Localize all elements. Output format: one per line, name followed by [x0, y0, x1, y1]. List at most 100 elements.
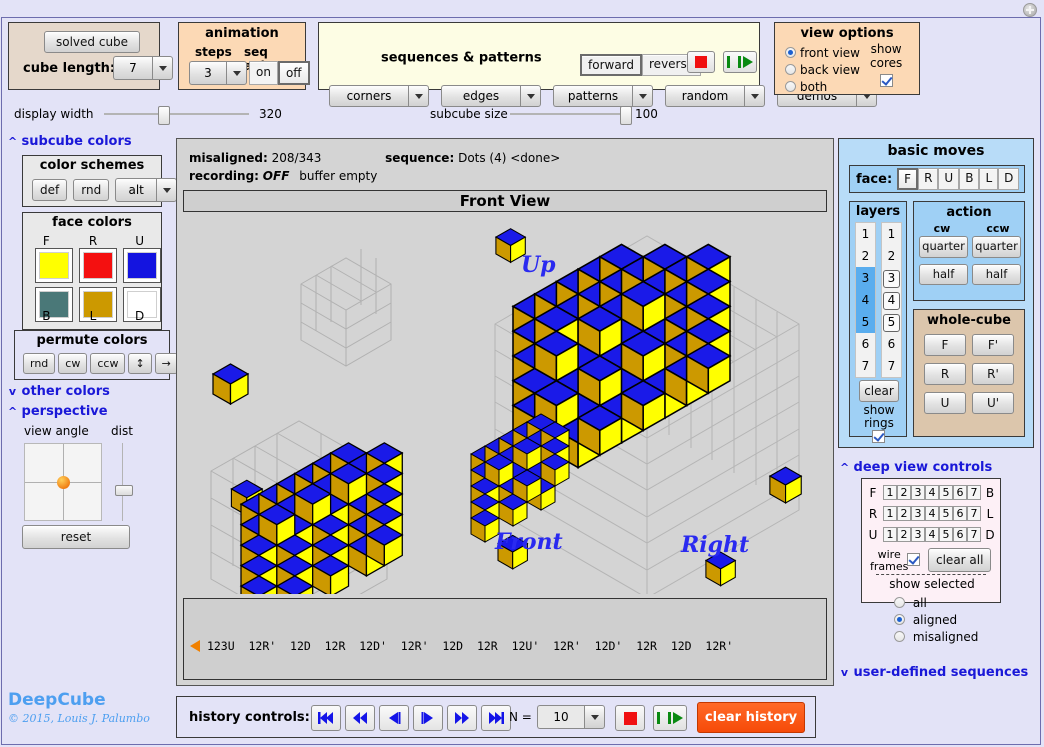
edges-select[interactable]: edges	[441, 85, 541, 107]
corners-label[interactable]: corners	[329, 85, 408, 107]
skip-back-icon[interactable]	[311, 705, 341, 731]
action-half-cw-button[interactable]: half	[919, 263, 968, 285]
face-color-u[interactable]	[123, 248, 161, 283]
patterns-label[interactable]: patterns	[553, 85, 632, 107]
deep-u-1[interactable]: 1	[883, 527, 897, 542]
deep-f-7[interactable]: 7	[967, 485, 981, 500]
layers-clear-button[interactable]: clear	[859, 380, 899, 402]
deep-r-4[interactable]: 4	[925, 506, 939, 521]
whole-cube-r-prime-button[interactable]: R'	[972, 363, 1014, 385]
action-quarter-cw-button[interactable]: quarter	[919, 236, 968, 258]
cube-length-select[interactable]: 7	[113, 56, 173, 80]
step-back-icon[interactable]	[379, 705, 409, 731]
rewind-icon[interactable]	[345, 705, 375, 731]
permute-swap-vertical-icon[interactable]: ↕	[128, 353, 152, 374]
radio-icon[interactable]	[894, 614, 905, 625]
layer-a-3[interactable]: 3	[856, 267, 875, 289]
radio-show-misaligned[interactable]: misaligned	[894, 630, 978, 644]
history-stop-button[interactable]	[615, 705, 645, 731]
deep-r-6[interactable]: 6	[953, 506, 967, 521]
permute-ccw-button[interactable]: ccw	[90, 353, 126, 374]
radio-show-all[interactable]: all	[894, 596, 927, 610]
history-play-button[interactable]	[653, 705, 687, 731]
face-button-d[interactable]: D	[998, 168, 1020, 190]
whole-cube-u-prime-button[interactable]: U'	[972, 392, 1014, 414]
face-button-r[interactable]: R	[918, 168, 939, 190]
animation-steps-select[interactable]: 3	[189, 61, 247, 85]
layer-a-1[interactable]: 1	[856, 223, 875, 245]
deep-f-3[interactable]: 3	[911, 485, 925, 500]
layer-a-2[interactable]: 2	[856, 245, 875, 267]
seq-anim-toggle[interactable]: on off	[249, 61, 310, 85]
show-cores-checkbox[interactable]	[879, 73, 893, 87]
radio-icon[interactable]	[894, 631, 905, 642]
deep-f-2[interactable]: 2	[897, 485, 911, 500]
chevron-down-icon[interactable]	[152, 56, 173, 80]
random-select[interactable]: random	[665, 85, 765, 107]
chevron-down-icon[interactable]	[156, 178, 178, 202]
whole-cube-f-button[interactable]: F	[924, 334, 966, 356]
face-button-l[interactable]: L	[979, 168, 999, 190]
patterns-select[interactable]: patterns	[553, 85, 653, 107]
permute-cw-button[interactable]: cw	[58, 353, 88, 374]
random-label[interactable]: random	[665, 85, 744, 107]
section-perspective[interactable]: ^ perspective	[8, 404, 108, 419]
radio-icon[interactable]	[785, 64, 796, 75]
dist-slider[interactable]	[115, 443, 133, 521]
solved-cube-button[interactable]: solved cube	[44, 31, 141, 53]
layer-b-4[interactable]: 4	[882, 289, 901, 311]
radio-icon[interactable]	[785, 81, 796, 92]
layer-b-3[interactable]: 3	[882, 267, 901, 289]
face-button-u[interactable]: U	[938, 168, 960, 190]
deep-f-4[interactable]: 4	[925, 485, 939, 500]
deep-clear-all-button[interactable]: clear all	[928, 548, 992, 572]
deep-r-1[interactable]: 1	[883, 506, 897, 521]
display-width-slider[interactable]	[158, 106, 170, 125]
layers-column-left[interactable]: 1 2 3 4 5 6 7	[855, 222, 876, 378]
deep-f-1[interactable]: 1	[883, 485, 897, 500]
dist-slider-handle[interactable]	[115, 485, 133, 496]
deep-u-2[interactable]: 2	[897, 527, 911, 542]
chevron-down-icon[interactable]	[408, 85, 429, 107]
scheme-alt-select[interactable]: alt	[115, 178, 178, 202]
face-color-r[interactable]	[79, 248, 117, 283]
chevron-down-icon[interactable]	[520, 85, 541, 107]
edges-label[interactable]: edges	[441, 85, 520, 107]
deep-numbers-u[interactable]: 1 2 3 4 5 6 7	[883, 527, 981, 542]
close-icon[interactable]	[1023, 3, 1037, 17]
corners-select[interactable]: corners	[329, 85, 429, 107]
subcube-size-slider[interactable]	[620, 106, 632, 125]
section-other-colors[interactable]: v other colors	[8, 384, 110, 399]
deep-numbers-r[interactable]: 1 2 3 4 5 6 7	[883, 506, 981, 521]
seq-anim-off-button[interactable]: off	[277, 61, 310, 85]
deep-u-7[interactable]: 7	[967, 527, 981, 542]
show-rings-checkbox[interactable]	[872, 430, 885, 443]
clear-history-button[interactable]: clear history	[697, 702, 805, 733]
radio-icon[interactable]	[894, 597, 905, 608]
action-half-ccw-button[interactable]: half	[972, 263, 1021, 285]
move-history-log[interactable]: 123U 12R' 12D 12R 12D' 12R' 12D 12R 12U'…	[183, 598, 827, 680]
face-button-b[interactable]: B	[959, 168, 980, 190]
layer-b-2[interactable]: 2	[882, 245, 901, 267]
chevron-down-icon[interactable]	[584, 705, 605, 729]
chevron-down-icon[interactable]	[226, 61, 247, 85]
section-user-defined-sequences[interactable]: v user-defined sequences	[840, 665, 1028, 680]
permute-shift-right-icon[interactable]: →	[154, 353, 178, 374]
whole-cube-r-button[interactable]: R	[924, 363, 966, 385]
layers-column-right[interactable]: 1 2 3 4 5 6 7	[881, 222, 902, 378]
scheme-alt-label[interactable]: alt	[115, 178, 157, 202]
radio-front-view[interactable]: front view	[785, 46, 860, 60]
layer-b-5[interactable]: 5	[882, 311, 901, 333]
scheme-rnd-button[interactable]: rnd	[73, 179, 110, 201]
layer-b-6[interactable]: 6	[882, 333, 901, 355]
whole-cube-u-button[interactable]: U	[924, 392, 966, 414]
deep-r-7[interactable]: 7	[967, 506, 981, 521]
permute-rnd-button[interactable]: rnd	[23, 353, 56, 374]
layer-b-7[interactable]: 7	[882, 355, 901, 377]
deep-f-5[interactable]: 5	[939, 485, 953, 500]
section-deep-view-controls[interactable]: ^ deep view controls	[840, 460, 992, 475]
layer-a-5[interactable]: 5	[856, 311, 875, 333]
deep-u-3[interactable]: 3	[911, 527, 925, 542]
sequence-play-button[interactable]	[723, 51, 757, 73]
whole-cube-f-prime-button[interactable]: F'	[972, 334, 1014, 356]
